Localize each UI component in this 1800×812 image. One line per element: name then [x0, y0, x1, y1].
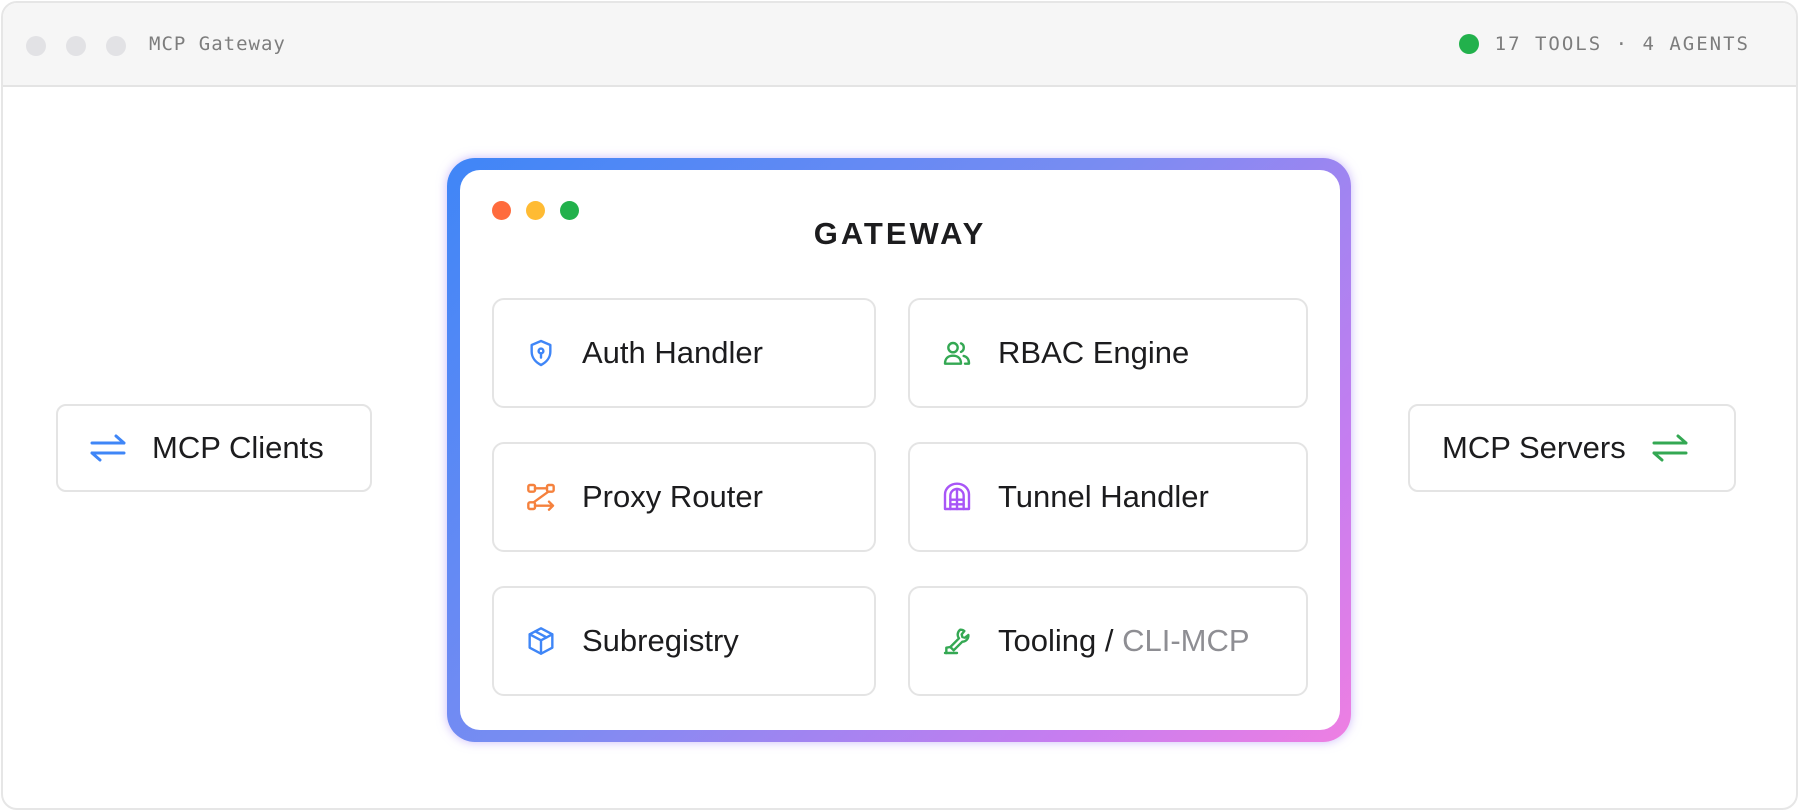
module-proxy-router[interactable]: Proxy Router	[492, 442, 876, 552]
window-close-dot[interactable]	[26, 36, 46, 56]
module-label-main: Tooling	[998, 623, 1097, 658]
package-icon	[524, 624, 558, 658]
window-minimize-dot[interactable]	[66, 36, 86, 56]
mcp-servers-node[interactable]: MCP Servers	[1408, 404, 1736, 492]
arrows-exchange-icon	[1652, 434, 1688, 462]
module-tooling[interactable]: Tooling / CLI-MCP	[908, 586, 1308, 696]
gateway-panel: GATEWAY Auth Handler RBAC Engine Proxy R…	[460, 170, 1340, 730]
tool-icon	[940, 624, 974, 658]
shield-key-icon	[524, 336, 558, 370]
module-rbac-engine[interactable]: RBAC Engine	[908, 298, 1308, 408]
gateway-title: GATEWAY	[813, 216, 987, 251]
mcp-clients-label: MCP Clients	[152, 430, 324, 465]
window-title: MCP Gateway	[149, 33, 286, 55]
module-subregistry[interactable]: Subregistry	[492, 586, 876, 696]
module-tunnel-handler[interactable]: Tunnel Handler	[908, 442, 1308, 552]
module-label: Proxy Router	[582, 479, 763, 514]
module-auth-handler[interactable]: Auth Handler	[492, 298, 876, 408]
window-maximize-dot[interactable]	[106, 36, 126, 56]
arrows-exchange-icon	[90, 434, 126, 462]
module-label: Tooling / CLI-MCP	[998, 623, 1250, 659]
module-label: Tunnel Handler	[998, 479, 1209, 514]
title-bar: MCP Gateway 17 TOOLS · 4 AGENTS	[3, 3, 1796, 87]
tunnel-icon	[940, 480, 974, 514]
module-label: Auth Handler	[582, 335, 763, 370]
route-icon	[524, 480, 558, 514]
mcp-servers-label: MCP Servers	[1442, 430, 1626, 465]
module-label: RBAC Engine	[998, 335, 1190, 370]
mcp-clients-node[interactable]: MCP Clients	[56, 404, 372, 492]
status-indicator: 17 TOOLS · 4 AGENTS	[1458, 33, 1750, 55]
status-text: 17 TOOLS · 4 AGENTS	[1494, 33, 1750, 55]
module-label-separator: /	[1096, 623, 1123, 658]
module-label-muted: CLI-MCP	[1122, 623, 1250, 658]
status-online-dot	[1458, 34, 1479, 54]
module-label: Subregistry	[582, 623, 739, 658]
users-icon	[940, 336, 974, 370]
